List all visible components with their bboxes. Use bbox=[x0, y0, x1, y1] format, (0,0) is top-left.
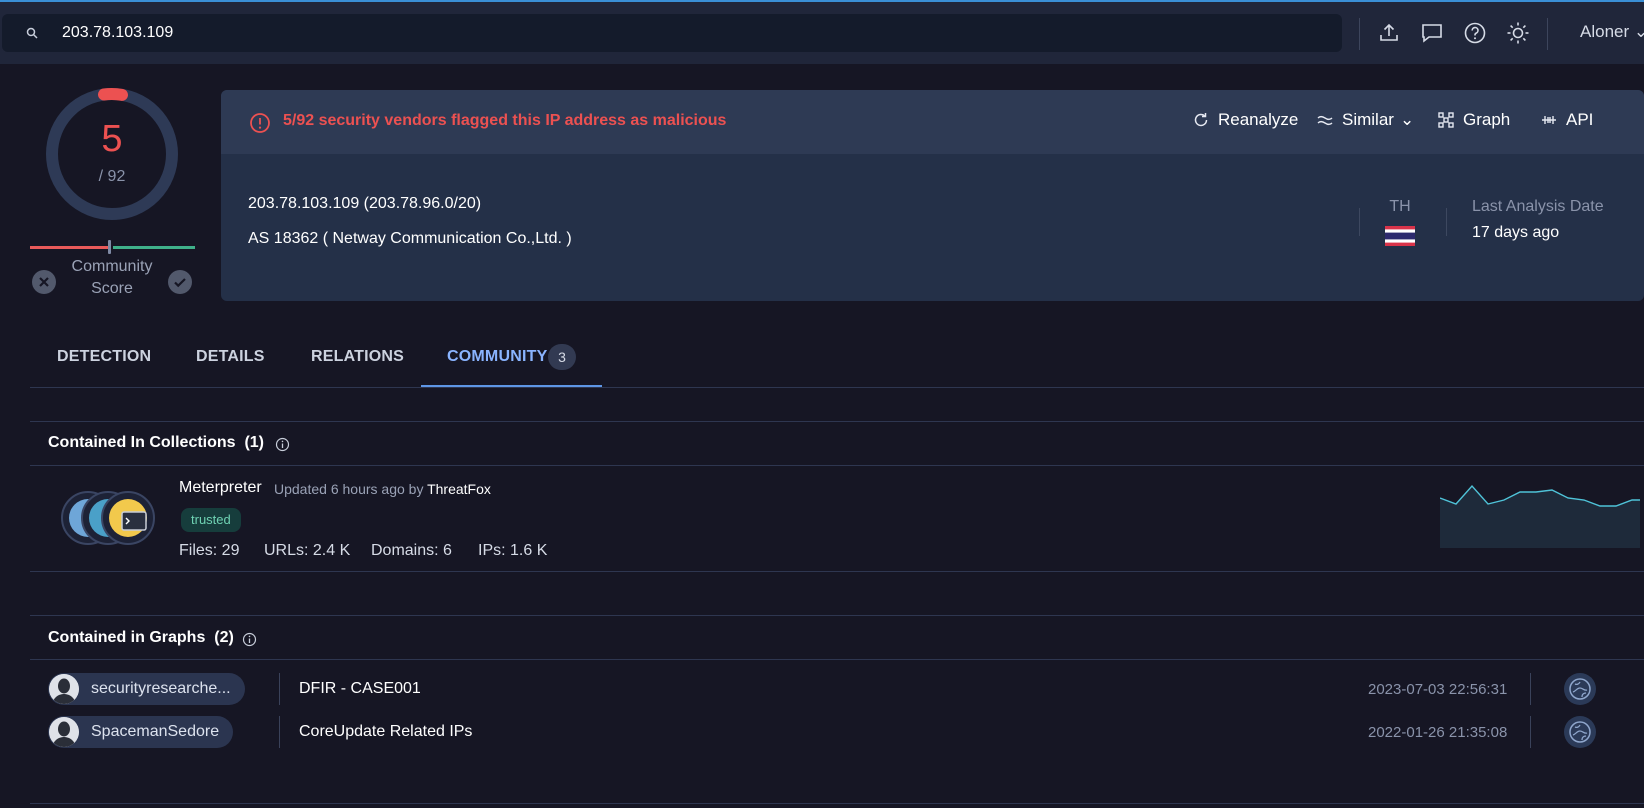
divider bbox=[279, 716, 280, 748]
help-icon[interactable] bbox=[1462, 20, 1488, 46]
summary-card: 5/92 security vendors flagged this IP ad… bbox=[221, 90, 1644, 301]
upload-icon[interactable] bbox=[1376, 20, 1402, 46]
api-button[interactable]: API bbox=[1540, 110, 1593, 130]
divider bbox=[30, 615, 1644, 616]
last-analysis-label: Last Analysis Date bbox=[1472, 198, 1604, 215]
as-owner: AS 18362 ( Netway Communication Co.,Ltd.… bbox=[248, 230, 572, 247]
collection-author[interactable]: ThreatFox bbox=[427, 481, 491, 497]
divider bbox=[1359, 208, 1360, 236]
community-score-bar-positive bbox=[113, 246, 195, 249]
divider bbox=[30, 421, 1644, 422]
theme-icon[interactable] bbox=[1505, 20, 1531, 46]
collection-updated: Updated 6 hours ago by ThreatFox bbox=[274, 481, 491, 497]
thailand-flag-icon bbox=[1385, 226, 1415, 246]
graph-globe-icon bbox=[1569, 721, 1591, 743]
top-bar: 203.78.103.109 Aloner ⌄ bbox=[0, 0, 1644, 64]
vote-malicious-button[interactable] bbox=[32, 270, 56, 294]
divider bbox=[1446, 208, 1447, 236]
divider bbox=[1359, 18, 1360, 50]
collection-urls: URLs: 2.4 K bbox=[264, 542, 351, 559]
last-analysis-value: 17 days ago bbox=[1472, 224, 1560, 241]
user-name: Aloner bbox=[1580, 22, 1630, 41]
user-menu[interactable]: Aloner ⌄ bbox=[1580, 22, 1644, 42]
graph-owner-chip[interactable]: SpacemanSedore bbox=[48, 716, 234, 748]
api-icon bbox=[1542, 116, 1556, 124]
community-count-badge: 3 bbox=[548, 344, 576, 370]
detection-count: 5 bbox=[101, 118, 123, 160]
ip-network: 203.78.103.109 (203.78.96.0/20) bbox=[248, 195, 482, 212]
graph-date: 2023-07-03 22:56:31 bbox=[1368, 681, 1508, 698]
community-score-marker bbox=[108, 240, 111, 254]
divider bbox=[30, 465, 1644, 466]
malicious-alert-text: 5/92 security vendors flagged this IP ad… bbox=[283, 112, 727, 129]
collection-files: Files: 29 bbox=[179, 542, 240, 559]
divider bbox=[1547, 18, 1548, 50]
search-bar[interactable]: 203.78.103.109 bbox=[2, 14, 1342, 52]
search-input[interactable]: 203.78.103.109 bbox=[62, 24, 173, 42]
community-score-label: Community Score bbox=[71, 258, 153, 297]
graph-name[interactable]: CoreUpdate Related IPs bbox=[299, 723, 472, 741]
divider bbox=[30, 571, 1644, 572]
vote-harmless-button[interactable] bbox=[168, 270, 192, 294]
tab-relations[interactable]: RELATIONS bbox=[311, 348, 404, 366]
summary-header: 5/92 security vendors flagged this IP ad… bbox=[221, 90, 1644, 154]
similar-icon bbox=[1317, 115, 1333, 126]
open-graph-button[interactable] bbox=[1564, 673, 1596, 705]
detection-total: / 92 bbox=[98, 168, 126, 185]
country-code: TH bbox=[1389, 198, 1411, 215]
community-score-bar-negative bbox=[30, 246, 108, 249]
divider bbox=[1530, 673, 1531, 705]
open-graph-button[interactable] bbox=[1564, 716, 1596, 748]
tab-details[interactable]: DETAILS bbox=[196, 348, 265, 366]
alert-icon bbox=[250, 113, 270, 133]
divider bbox=[1530, 716, 1531, 748]
collection-name[interactable]: Meterpreter bbox=[179, 479, 262, 497]
divider bbox=[30, 659, 1644, 660]
graph-date: 2022-01-26 21:35:08 bbox=[1368, 724, 1508, 741]
graph-globe-icon bbox=[1569, 678, 1591, 700]
collection-activity-sparkline bbox=[1440, 484, 1640, 548]
divider bbox=[30, 803, 1644, 804]
info-icon[interactable] bbox=[242, 632, 257, 647]
trusted-badge: trusted bbox=[181, 508, 241, 532]
graph-button[interactable]: Graph bbox=[1437, 110, 1510, 130]
divider bbox=[279, 673, 280, 705]
graph-name[interactable]: DFIR - CASE001 bbox=[299, 680, 421, 698]
info-icon[interactable] bbox=[275, 437, 290, 452]
reanalyze-button[interactable]: Reanalyze bbox=[1192, 110, 1298, 130]
collection-ips: IPs: 1.6 K bbox=[478, 542, 548, 559]
collections-title: Contained In Collections (1) bbox=[48, 434, 265, 451]
divider bbox=[30, 387, 1644, 388]
tab-detection[interactable]: DETECTION bbox=[57, 348, 151, 366]
chat-icon[interactable] bbox=[1419, 20, 1445, 46]
avatar bbox=[49, 674, 79, 704]
search-icon bbox=[26, 27, 38, 39]
refresh-icon bbox=[1194, 113, 1208, 127]
collection-avatar-icons bbox=[61, 491, 155, 545]
graphs-title: Contained in Graphs (2) bbox=[48, 629, 234, 646]
similar-button[interactable]: Similar ⌄ bbox=[1316, 110, 1414, 130]
graph-icon bbox=[1438, 112, 1454, 128]
graph-owner-chip[interactable]: securityresearche... bbox=[48, 673, 245, 705]
chevron-down-icon: ⌄ bbox=[1399, 110, 1415, 129]
avatar bbox=[49, 717, 79, 747]
chevron-down-icon: ⌄ bbox=[1633, 22, 1644, 41]
collection-domains: Domains: 6 bbox=[371, 542, 452, 559]
tab-community[interactable]: COMMUNITY bbox=[447, 348, 547, 366]
